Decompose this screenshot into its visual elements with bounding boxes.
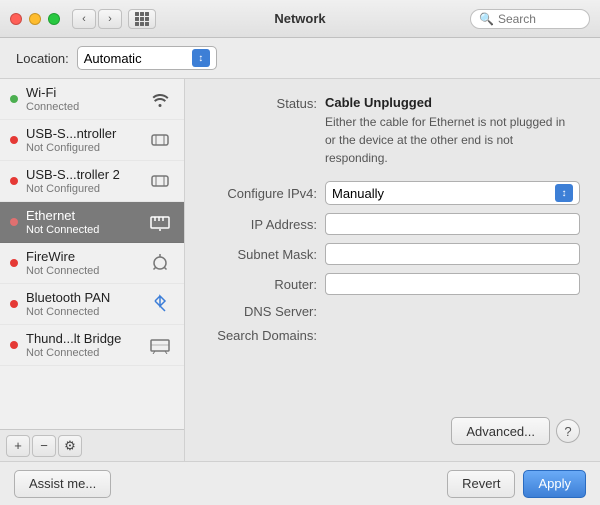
grid-icon [135, 12, 149, 26]
search-input[interactable] [498, 12, 588, 26]
right-panel: Status: Cable Unplugged Either the cable… [185, 79, 600, 461]
assist-button[interactable]: Assist me... [14, 470, 111, 498]
bottom-bar: Assist me... Revert Apply [0, 461, 600, 505]
sidebar-list: Wi-Fi Connected USB-S...ntroller Not Con… [0, 79, 184, 429]
status-dot-bluetooth [10, 300, 18, 308]
item-name-firewire: FireWire [26, 249, 138, 264]
location-bar: Location: Automatic ↕ [0, 38, 600, 79]
sidebar-item-usb1[interactable]: USB-S...ntroller Not Configured [0, 120, 184, 161]
ip-address-row: IP Address: [205, 213, 580, 235]
usb1-icon [146, 126, 174, 154]
item-status-thunderbolt: Not Connected [26, 347, 138, 359]
item-status-usb2: Not Configured [26, 183, 138, 195]
ethernet-icon [146, 208, 174, 236]
sidebar-item-wifi[interactable]: Wi-Fi Connected [0, 79, 184, 120]
forward-button[interactable]: › [98, 9, 122, 29]
add-network-button[interactable]: + [6, 435, 30, 457]
router-row: Router: [205, 273, 580, 295]
sidebar: Wi-Fi Connected USB-S...ntroller Not Con… [0, 79, 185, 461]
firewire-icon [146, 249, 174, 277]
router-label: Router: [205, 276, 325, 292]
router-input[interactable] [325, 273, 580, 295]
location-dropdown-arrow: ↕ [192, 49, 210, 67]
item-status-wifi: Connected [26, 101, 138, 113]
item-name-thunderbolt: Thund...lt Bridge [26, 331, 138, 346]
item-status-usb1: Not Configured [26, 142, 138, 154]
configure-label: Configure IPv4: [205, 185, 325, 201]
apply-button[interactable]: Apply [523, 470, 586, 498]
configure-dropdown-arrow: ↕ [555, 184, 573, 202]
thunderbolt-icon [146, 331, 174, 359]
main-content: Wi-Fi Connected USB-S...ntroller Not Con… [0, 79, 600, 461]
back-button[interactable]: ‹ [72, 9, 96, 29]
maximize-button[interactable] [48, 13, 60, 25]
advanced-button[interactable]: Advanced... [451, 417, 550, 445]
item-status-bluetooth: Not Connected [26, 306, 138, 318]
revert-button[interactable]: Revert [447, 470, 515, 498]
gear-button[interactable]: ⚙ [58, 435, 82, 457]
usb2-icon [146, 167, 174, 195]
ip-label: IP Address: [205, 216, 325, 232]
status-dot-ethernet [10, 218, 18, 226]
subnet-mask-input[interactable] [325, 243, 580, 265]
configure-row: Configure IPv4: Manually ↕ [205, 181, 580, 205]
subnet-row: Subnet Mask: [205, 243, 580, 265]
traffic-lights [10, 13, 60, 25]
status-dot-thunderbolt [10, 341, 18, 349]
item-name-usb1: USB-S...ntroller [26, 126, 138, 141]
search-box[interactable]: 🔍 [470, 9, 590, 29]
location-value: Automatic [84, 51, 188, 66]
subnet-label: Subnet Mask: [205, 246, 325, 262]
item-name-wifi: Wi-Fi [26, 85, 138, 100]
dns-row: DNS Server: [205, 303, 580, 319]
dns-label: DNS Server: [205, 303, 325, 319]
minimize-button[interactable] [29, 13, 41, 25]
remove-network-button[interactable]: − [32, 435, 56, 457]
domains-row: Search Domains: [205, 327, 580, 343]
item-name-bluetooth: Bluetooth PAN [26, 290, 138, 305]
location-select[interactable]: Automatic ↕ [77, 46, 217, 70]
status-dot-usb1 [10, 136, 18, 144]
ip-address-input[interactable] [325, 213, 580, 235]
sidebar-toolbar: + − ⚙ [0, 429, 184, 461]
status-section: Status: Cable Unplugged Either the cable… [205, 95, 580, 167]
window-title: Network [274, 11, 325, 26]
item-name-usb2: USB-S...troller 2 [26, 167, 138, 182]
configure-value: Manually [332, 186, 555, 201]
search-icon: 🔍 [479, 12, 494, 26]
configure-ipv4-select[interactable]: Manually ↕ [325, 181, 580, 205]
spacer [205, 351, 580, 417]
item-name-ethernet: Ethernet [26, 208, 138, 223]
status-label: Status: [205, 95, 325, 111]
sidebar-item-firewire[interactable]: FireWire Not Connected [0, 243, 184, 284]
status-dot-wifi [10, 95, 18, 103]
location-label: Location: [16, 51, 69, 66]
status-dot-usb2 [10, 177, 18, 185]
sidebar-item-usb2[interactable]: USB-S...troller 2 Not Configured [0, 161, 184, 202]
item-status-firewire: Not Connected [26, 265, 138, 277]
advanced-help-row: Advanced... ? [205, 417, 580, 445]
sidebar-item-bluetooth[interactable]: Bluetooth PAN Not Connected [0, 284, 184, 325]
help-button[interactable]: ? [556, 419, 580, 443]
status-dot-firewire [10, 259, 18, 267]
domains-label: Search Domains: [205, 327, 325, 343]
item-status-ethernet: Not Connected [26, 224, 138, 236]
bluetooth-icon [146, 290, 174, 318]
sidebar-item-thunderbolt[interactable]: Thund...lt Bridge Not Connected [0, 325, 184, 366]
nav-buttons: ‹ › [72, 9, 122, 29]
close-button[interactable] [10, 13, 22, 25]
status-description: Either the cable for Ethernet is not plu… [325, 113, 565, 167]
wifi-icon [146, 85, 174, 113]
sidebar-item-ethernet[interactable]: Ethernet Not Connected [0, 202, 184, 243]
grid-view-button[interactable] [128, 9, 156, 29]
titlebar: ‹ › Network 🔍 [0, 0, 600, 38]
status-value: Cable Unplugged [325, 95, 565, 110]
